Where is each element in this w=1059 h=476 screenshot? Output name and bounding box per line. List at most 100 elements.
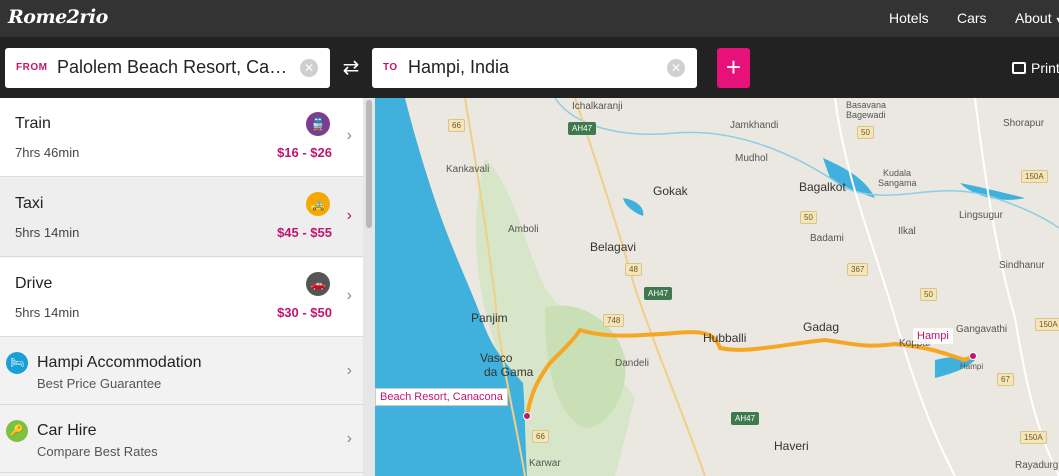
car-icon: 🚗 bbox=[306, 272, 330, 296]
add-destination-button[interactable]: + bbox=[717, 48, 750, 88]
map-place-label: Rayadurg bbox=[1015, 460, 1059, 471]
map-canvas bbox=[375, 98, 1059, 476]
top-nav-bar: Rome2rio Hotels Cars About▼ bbox=[0, 0, 1059, 37]
highway-shield: 66 bbox=[448, 119, 465, 132]
extra-subtitle: Best Price Guarantee bbox=[37, 376, 162, 391]
route-name: Drive bbox=[15, 275, 53, 292]
chevron-right-icon: › bbox=[346, 207, 352, 224]
highway-shield: 50 bbox=[920, 288, 937, 301]
highway-shield: AH47 bbox=[731, 412, 760, 425]
nav-about-menu[interactable]: About▼ bbox=[1015, 10, 1059, 26]
map-place-label: Basavana bbox=[846, 100, 887, 110]
map-place-label: Gangavathi bbox=[956, 324, 1008, 335]
route-option-taxi[interactable]: Taxi 5hrs 14min $45 - $55 🚕 › bbox=[0, 178, 363, 257]
search-bar: FROM Palolem Beach Resort, Canacona ✕ ⇄ … bbox=[0, 37, 1059, 98]
origin-pin[interactable] bbox=[523, 412, 531, 420]
train-icon: 🚆 bbox=[306, 112, 330, 136]
clear-to-icon[interactable]: ✕ bbox=[667, 59, 685, 77]
highway-shield: AH47 bbox=[644, 287, 673, 300]
map-place-label: Mudhol bbox=[735, 153, 768, 164]
map-place-label: Dandeli bbox=[615, 358, 649, 369]
taxi-icon: 🚕 bbox=[306, 192, 330, 216]
map-place-label: Ichalkaranji bbox=[572, 101, 623, 112]
highway-shield: 367 bbox=[847, 263, 869, 276]
route-option-drive[interactable]: Drive 5hrs 14min $30 - $50 🚗 › bbox=[0, 258, 363, 337]
map-place-label: Jamkhandi bbox=[730, 120, 779, 131]
destination-label[interactable]: Hampi bbox=[913, 328, 953, 344]
highway-shield: 48 bbox=[625, 263, 642, 276]
rome2rio-logo[interactable]: Rome2rio bbox=[8, 6, 108, 28]
nav-hotels-link[interactable]: Hotels bbox=[889, 10, 929, 26]
map-place-label: Bagewadi bbox=[846, 110, 886, 120]
extra-subtitle: Compare Best Rates bbox=[37, 444, 158, 459]
bed-icon: 🛏 bbox=[6, 352, 28, 374]
route-duration: 5hrs 14min bbox=[15, 305, 80, 320]
extra-title: Hampi Accommodation bbox=[37, 354, 202, 371]
accommodation-link[interactable]: 🛏 Hampi Accommodation Best Price Guarant… bbox=[0, 338, 363, 405]
map-place-label: Kudala bbox=[883, 168, 912, 178]
route-option-train[interactable]: Train 7hrs 46min $16 - $26 🚆 › bbox=[0, 98, 363, 177]
map-place-label: Gadag bbox=[803, 320, 840, 334]
map-place-label: Haveri bbox=[774, 439, 809, 453]
highway-shield: 150A bbox=[1021, 170, 1048, 183]
map-place-label: Vasco bbox=[480, 351, 513, 365]
print-label: Print bbox=[1031, 60, 1059, 76]
print-button[interactable]: Print bbox=[1012, 60, 1059, 76]
map-place-label: Hubballi bbox=[703, 331, 747, 345]
destination-pin[interactable] bbox=[969, 352, 977, 360]
swap-icon[interactable]: ⇄ bbox=[340, 58, 362, 80]
route-price: $30 - $50 bbox=[277, 305, 332, 320]
route-duration: 7hrs 46min bbox=[15, 145, 80, 160]
nav-about-label: About bbox=[1015, 10, 1052, 26]
map-place-label: Amboli bbox=[508, 224, 539, 235]
chevron-right-icon: › bbox=[346, 287, 352, 304]
map-place-label: Lingsugur bbox=[959, 210, 1003, 221]
route-sidebar: Train 7hrs 46min $16 - $26 🚆 › Taxi 5hrs… bbox=[0, 98, 363, 476]
nav-cars-link[interactable]: Cars bbox=[957, 10, 987, 26]
highway-shield: AH47 bbox=[568, 122, 597, 135]
chevron-down-icon: ▼ bbox=[1055, 15, 1059, 25]
scrollbar-thumb[interactable] bbox=[366, 100, 372, 228]
highway-shield: 150A bbox=[1035, 318, 1059, 331]
map-place-label: Ilkal bbox=[898, 226, 916, 237]
chevron-right-icon: › bbox=[346, 362, 352, 379]
route-name: Taxi bbox=[15, 195, 44, 212]
highway-shield: 66 bbox=[532, 430, 549, 443]
map-place-label: Bagalkot bbox=[799, 180, 846, 194]
map-place-label: da Gama bbox=[484, 365, 534, 379]
map-place-label: Shorapur bbox=[1003, 118, 1045, 129]
route-price: $45 - $55 bbox=[277, 225, 332, 240]
car-hire-link[interactable]: 🔑 Car Hire Compare Best Rates › bbox=[0, 406, 363, 473]
map-place-label: Karwar bbox=[529, 458, 561, 469]
map-place-label: Badami bbox=[810, 233, 844, 244]
extra-title: Car Hire bbox=[37, 422, 97, 439]
from-tag: FROM bbox=[16, 62, 48, 73]
printer-icon bbox=[1012, 62, 1026, 74]
clear-from-icon[interactable]: ✕ bbox=[300, 59, 318, 77]
route-map[interactable]: Ichalkaranji Jamkhandi Mudhol Gokak Baga… bbox=[375, 98, 1059, 476]
lake bbox=[623, 198, 644, 216]
map-place-label: Belagavi bbox=[590, 240, 637, 254]
route-name: Train bbox=[15, 115, 51, 132]
highway-shield: 150A bbox=[1020, 431, 1047, 444]
road bbox=[834, 98, 956, 476]
from-input[interactable]: Palolem Beach Resort, Canacona bbox=[57, 57, 295, 78]
highway-shield: 50 bbox=[800, 211, 817, 224]
highway-shield: 67 bbox=[997, 373, 1014, 386]
highway-shield: 50 bbox=[857, 126, 874, 139]
to-input[interactable]: Hampi, India bbox=[408, 57, 658, 78]
chevron-right-icon: › bbox=[346, 127, 352, 144]
to-field[interactable]: TO Hampi, India ✕ bbox=[372, 48, 697, 88]
highway-shield: 748 bbox=[603, 314, 625, 327]
from-field[interactable]: FROM Palolem Beach Resort, Canacona ✕ bbox=[5, 48, 330, 88]
map-place-label: Panjim bbox=[471, 311, 508, 325]
key-icon: 🔑 bbox=[6, 420, 28, 442]
origin-label[interactable]: Beach Resort, Canacona bbox=[375, 388, 508, 406]
route-price: $16 - $26 bbox=[277, 145, 332, 160]
route-duration: 5hrs 14min bbox=[15, 225, 80, 240]
to-tag: TO bbox=[383, 62, 398, 73]
map-place-label: Gokak bbox=[653, 184, 688, 198]
road bbox=[974, 98, 1059, 476]
map-place-label: Sindhanur bbox=[999, 260, 1045, 271]
chevron-right-icon: › bbox=[346, 430, 352, 447]
